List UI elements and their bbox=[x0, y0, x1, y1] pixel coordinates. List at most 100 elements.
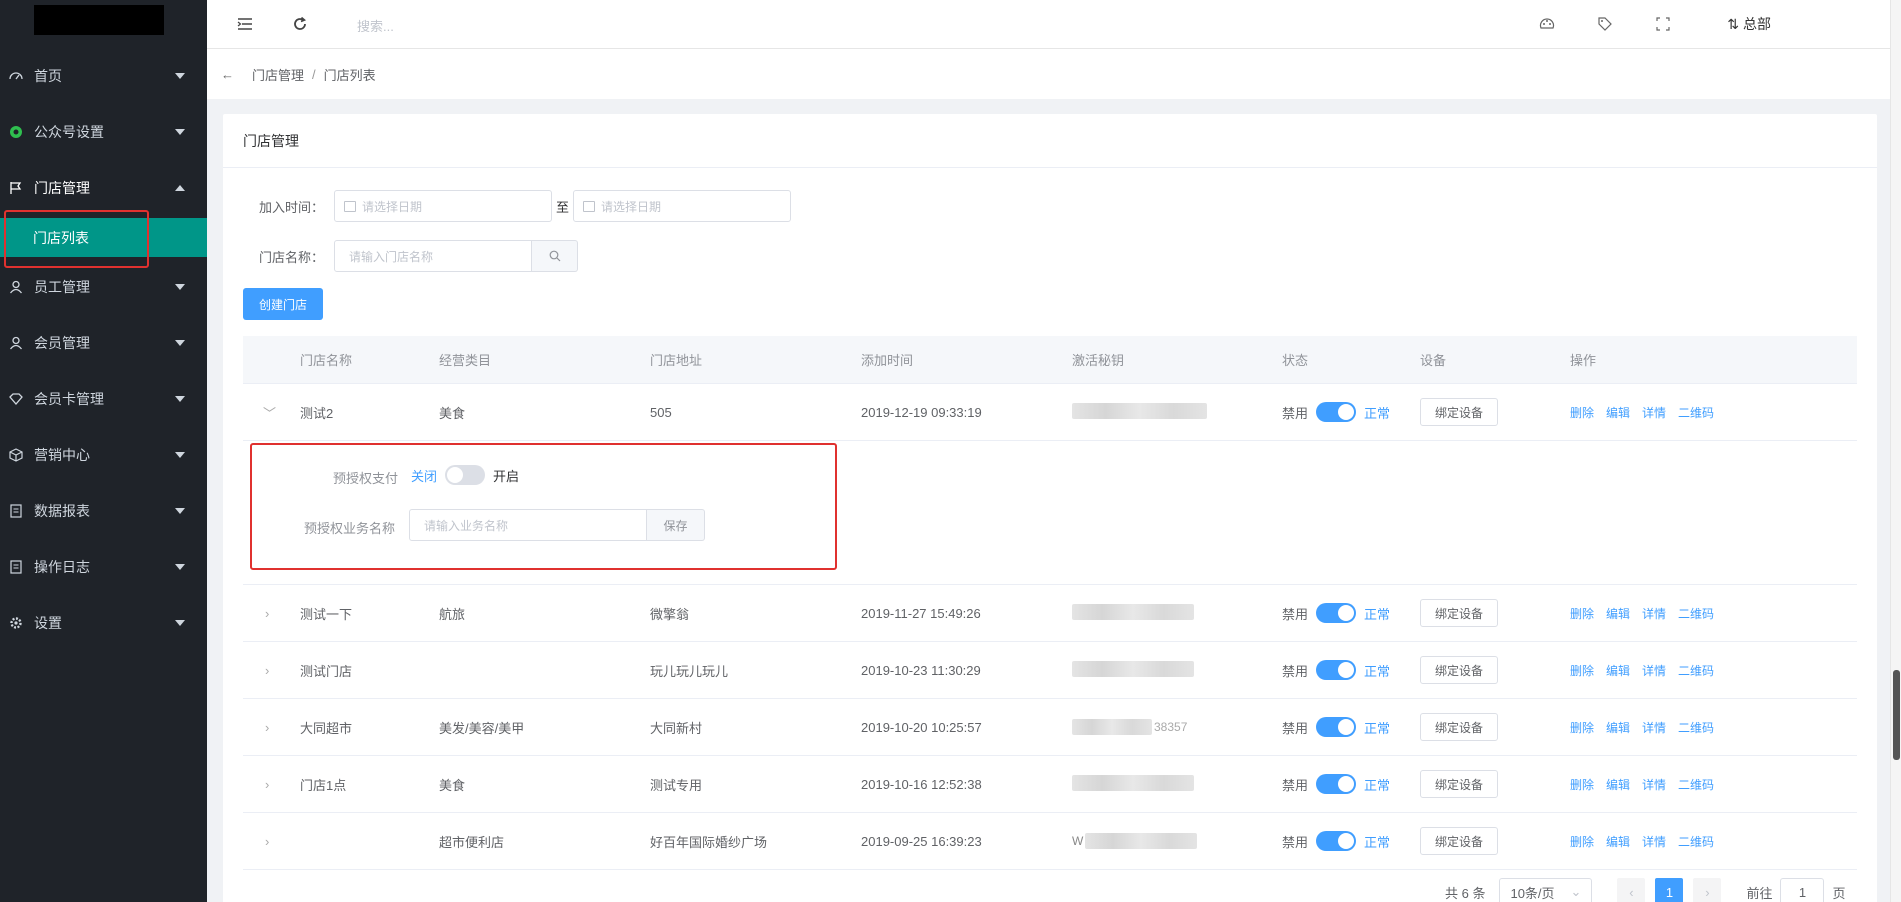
status-switch[interactable] bbox=[1316, 774, 1357, 794]
qrcode-link[interactable]: 二维码 bbox=[1678, 835, 1714, 849]
expand-arrow-icon[interactable]: › bbox=[265, 834, 269, 849]
store-name-input[interactable]: 请输入门店名称 bbox=[334, 240, 533, 272]
dashboard-icon bbox=[8, 68, 24, 84]
edit-link[interactable]: 编辑 bbox=[1606, 406, 1630, 420]
date-placeholder: 请选择日期 bbox=[362, 199, 423, 214]
bind-device-cell: 绑定设备 bbox=[1420, 599, 1499, 627]
table-row[interactable]: › 大同超市 美发/美容/美甲 大同新村 2019-10-20 10:25:57… bbox=[243, 699, 1857, 756]
sidebar-item-marketing[interactable]: 营销中心 bbox=[0, 427, 207, 483]
preauth-switch[interactable] bbox=[445, 465, 486, 485]
table-row[interactable]: › 测试一下 航旅 微擎翁 2019-11-27 15:49:26 禁用 正常 … bbox=[243, 585, 1857, 642]
sidebar-item-label: 门店管理 bbox=[34, 180, 90, 196]
biz-name-input[interactable]: 请输入业务名称 bbox=[409, 509, 647, 541]
status-switch[interactable] bbox=[1316, 717, 1357, 737]
store-name-filter: 门店名称： 请输入门店名称 bbox=[259, 240, 579, 272]
status-toggle: 禁用 正常 bbox=[1282, 402, 1390, 422]
next-page-button[interactable]: › bbox=[1693, 878, 1722, 902]
search-button[interactable] bbox=[532, 240, 579, 272]
bind-device-button[interactable]: 绑定设备 bbox=[1420, 827, 1499, 855]
theme-icon[interactable] bbox=[1537, 14, 1557, 34]
delete-link[interactable]: 删除 bbox=[1570, 778, 1594, 792]
fullscreen-icon[interactable] bbox=[1653, 14, 1673, 34]
detail-link[interactable]: 详情 bbox=[1642, 721, 1666, 735]
qrcode-link[interactable]: 二维码 bbox=[1678, 721, 1714, 735]
detail-link[interactable]: 详情 bbox=[1642, 778, 1666, 792]
expand-arrow-icon[interactable]: › bbox=[265, 663, 269, 678]
expand-arrow-icon[interactable]: › bbox=[265, 777, 269, 792]
activation-key-blurred bbox=[1072, 660, 1194, 680]
delete-link[interactable]: 删除 bbox=[1570, 607, 1594, 621]
detail-link[interactable]: 详情 bbox=[1642, 607, 1666, 621]
edit-link[interactable]: 编辑 bbox=[1606, 721, 1630, 735]
store-category: 航旅 bbox=[439, 606, 466, 622]
start-date-input[interactable]: 请选择日期 bbox=[334, 190, 553, 222]
col-header: 门店名称 bbox=[300, 353, 353, 368]
edit-link[interactable]: 编辑 bbox=[1606, 778, 1630, 792]
row-expand-panel: 预授权支付 关闭 开启 预授权业务名称 请输入业务名称 保存 bbox=[243, 441, 1857, 585]
qrcode-link[interactable]: 二维码 bbox=[1678, 664, 1714, 678]
search-icon bbox=[549, 250, 560, 262]
bind-device-button[interactable]: 绑定设备 bbox=[1420, 656, 1499, 684]
table-row[interactable]: › 门店1点 美食 测试专用 2019-10-16 12:52:38 禁用 正常… bbox=[243, 756, 1857, 813]
chevron-down-icon bbox=[175, 452, 185, 458]
bind-device-button[interactable]: 绑定设备 bbox=[1420, 398, 1499, 426]
sidebar-item-member-card[interactable]: 会员卡管理 bbox=[0, 371, 207, 427]
scrollbar-thumb[interactable] bbox=[1893, 670, 1900, 760]
prev-page-button[interactable]: ‹ bbox=[1617, 878, 1646, 902]
delete-link[interactable]: 删除 bbox=[1570, 406, 1594, 420]
edit-link[interactable]: 编辑 bbox=[1606, 835, 1630, 849]
refresh-icon[interactable] bbox=[290, 14, 310, 34]
edit-link[interactable]: 编辑 bbox=[1606, 664, 1630, 678]
store-time: 2019-09-25 16:39:23 bbox=[861, 833, 982, 849]
page-size-select[interactable]: 10条/页 ⌄ bbox=[1499, 878, 1593, 902]
tag-icon[interactable] bbox=[1595, 14, 1615, 34]
expand-arrow-icon[interactable]: › bbox=[265, 606, 269, 621]
collapse-arrow-icon[interactable]: ﹀ bbox=[263, 403, 276, 422]
edit-link[interactable]: 编辑 bbox=[1606, 607, 1630, 621]
page-scrollbar[interactable] bbox=[1890, 0, 1901, 902]
header-search-input[interactable]: 搜索... bbox=[357, 16, 394, 35]
user-menu[interactable]: ⇅ 总部 bbox=[1727, 14, 1771, 34]
table-row[interactable]: › 超市便利店 好百年国际婚纱广场 2019-09-25 16:39:23 W … bbox=[243, 813, 1857, 870]
page-number-current[interactable]: 1 bbox=[1655, 878, 1684, 902]
qrcode-link[interactable]: 二维码 bbox=[1678, 778, 1714, 792]
delete-link[interactable]: 删除 bbox=[1570, 835, 1594, 849]
sidebar-item-wechat[interactable]: 公众号设置 bbox=[0, 104, 207, 160]
delete-link[interactable]: 删除 bbox=[1570, 664, 1594, 678]
sidebar-item-logs[interactable]: 操作日志 bbox=[0, 539, 207, 595]
menu-toggle-icon[interactable] bbox=[235, 14, 255, 34]
sidebar-item-reports[interactable]: 数据报表 bbox=[0, 483, 207, 539]
status-switch[interactable] bbox=[1316, 402, 1357, 422]
bind-device-button[interactable]: 绑定设备 bbox=[1420, 713, 1499, 741]
store-card: 门店管理 加入时间： 请选择日期 至 请选择日期 门店名称： 请输入门店名称 创… bbox=[223, 114, 1877, 902]
breadcrumb-item[interactable]: 门店管理 bbox=[252, 65, 304, 84]
qrcode-link[interactable]: 二维码 bbox=[1678, 406, 1714, 420]
save-button[interactable]: 保存 bbox=[647, 509, 705, 541]
bind-device-button[interactable]: 绑定设备 bbox=[1420, 770, 1499, 798]
back-arrow-icon[interactable]: ← bbox=[221, 67, 234, 82]
status-switch[interactable] bbox=[1316, 603, 1357, 623]
detail-link[interactable]: 详情 bbox=[1642, 406, 1666, 420]
store-address: 玩儿玩儿玩儿 bbox=[650, 663, 729, 679]
delete-link[interactable]: 删除 bbox=[1570, 721, 1594, 735]
status-off-label: 禁用 bbox=[1282, 405, 1309, 421]
create-store-button[interactable]: 创建门店 bbox=[243, 288, 323, 320]
expand-arrow-icon[interactable]: › bbox=[265, 720, 269, 735]
sidebar-item-label: 数据报表 bbox=[34, 503, 90, 519]
bind-device-button[interactable]: 绑定设备 bbox=[1420, 599, 1499, 627]
qrcode-link[interactable]: 二维码 bbox=[1678, 607, 1714, 621]
detail-link[interactable]: 详情 bbox=[1642, 664, 1666, 678]
table-row[interactable]: › 测试门店 玩儿玩儿玩儿 2019-10-23 11:30:29 禁用 正常 … bbox=[243, 642, 1857, 699]
col-header: 添加时间 bbox=[861, 353, 914, 368]
sidebar-item-member[interactable]: 会员管理 bbox=[0, 315, 207, 371]
status-switch[interactable] bbox=[1316, 660, 1357, 680]
store-category: 美食 bbox=[439, 777, 466, 793]
end-date-input[interactable]: 请选择日期 bbox=[573, 190, 792, 222]
sidebar-item-settings[interactable]: 设置 bbox=[0, 595, 207, 651]
sidebar-item-store[interactable]: 门店管理 bbox=[0, 160, 207, 216]
table-row[interactable]: ﹀ 测试2 美食 505 2019-12-19 09:33:19 禁用 正常 绑… bbox=[243, 384, 1857, 441]
status-switch[interactable] bbox=[1316, 831, 1357, 851]
detail-link[interactable]: 详情 bbox=[1642, 835, 1666, 849]
sidebar-item-home[interactable]: 首页 bbox=[0, 48, 207, 104]
goto-page-input[interactable]: 1 bbox=[1780, 878, 1825, 902]
